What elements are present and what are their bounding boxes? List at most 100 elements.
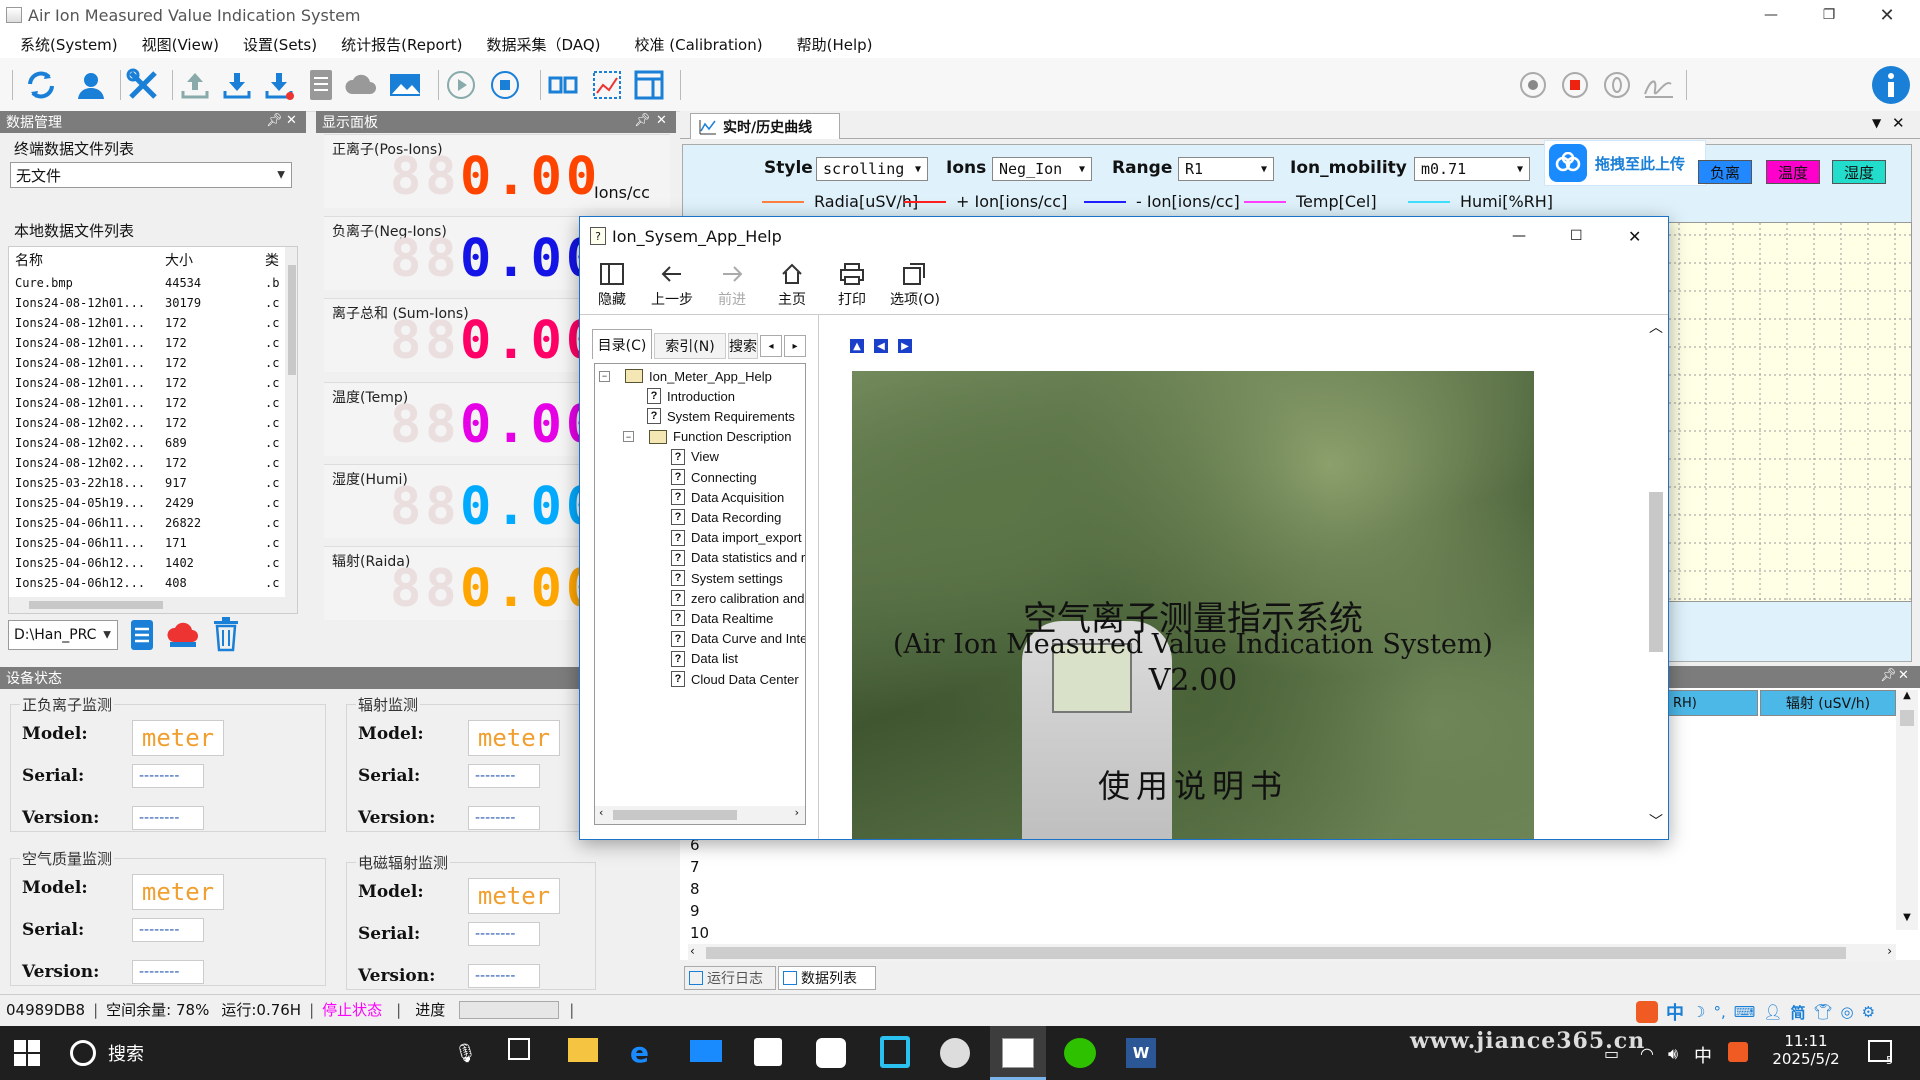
file-row[interactable]: Ions25-04-06h12... 1402 .c bbox=[9, 553, 297, 573]
simplified-icon[interactable]: 简 bbox=[1790, 1002, 1805, 1023]
volume-icon[interactable]: 🔊︎ bbox=[1668, 1044, 1678, 1064]
ime-indicator[interactable]: 中 bbox=[1694, 1042, 1712, 1068]
network-icon[interactable]: ▭ bbox=[1604, 1044, 1619, 1063]
file-row[interactable]: Ions24-08-12h02... 689 .c bbox=[9, 433, 297, 453]
shirt-icon[interactable]: 👕︎ bbox=[1813, 1003, 1832, 1021]
document-icon[interactable] bbox=[302, 66, 340, 104]
edge-icon[interactable]: e bbox=[630, 1036, 649, 1069]
minimize-button[interactable]: — bbox=[1742, 0, 1800, 30]
options-button[interactable]: 选项(O) bbox=[884, 259, 946, 309]
maximize-button[interactable]: ☐ bbox=[1570, 228, 1583, 244]
menu-system[interactable]: 系统(System) bbox=[8, 34, 130, 55]
upload-icon[interactable] bbox=[176, 66, 214, 104]
menu-help[interactable]: 帮助(Help) bbox=[785, 34, 885, 55]
table-hscrollbar[interactable]: ‹ › bbox=[688, 944, 1896, 962]
record-icon[interactable] bbox=[1514, 66, 1552, 104]
image-icon[interactable] bbox=[386, 66, 424, 104]
zero-icon[interactable] bbox=[1598, 66, 1636, 104]
toc-item[interactable]: ? Data Acquisition bbox=[671, 487, 784, 507]
info-icon[interactable] bbox=[1870, 64, 1912, 106]
user-icon[interactable]: 👤︎ bbox=[1763, 1003, 1782, 1021]
menu-daq[interactable]: 数据采集（DAQ) bbox=[475, 34, 613, 55]
up-arrow-icon[interactable]: ▲ bbox=[850, 339, 864, 353]
active-app-highlight[interactable] bbox=[990, 1026, 1046, 1080]
toc-item[interactable]: ? Introduction bbox=[647, 386, 735, 406]
user-icon[interactable] bbox=[72, 66, 110, 104]
tab-index[interactable]: 索引(N) bbox=[654, 333, 726, 359]
list-hscrollbar[interactable] bbox=[9, 597, 297, 613]
stop-record-icon[interactable] bbox=[1556, 66, 1594, 104]
tools-icon[interactable] bbox=[124, 66, 162, 104]
path-select[interactable]: D:\Han_PRC ▼ bbox=[8, 620, 118, 650]
moon-icon[interactable]: ☽ bbox=[1692, 1003, 1705, 1021]
file-row[interactable]: Cure.bmp 44534 .b bbox=[9, 273, 297, 293]
store-icon[interactable] bbox=[754, 1038, 782, 1066]
back-button[interactable]: 上一步 bbox=[644, 259, 700, 309]
wechat-icon[interactable] bbox=[1064, 1038, 1096, 1068]
menu-sets[interactable]: 设置(Sets) bbox=[231, 34, 329, 55]
file-row[interactable]: Ions25-04-06h11... 26822 .c bbox=[9, 513, 297, 533]
file-row[interactable]: Ions24-08-12h01... 172 .c bbox=[9, 393, 297, 413]
toc-item[interactable]: ? Data statistics and r bbox=[671, 548, 805, 568]
keyboard-icon[interactable]: ⌨ bbox=[1734, 1003, 1756, 1021]
table-vscrollbar[interactable]: ▲ ▼ bbox=[1896, 690, 1918, 930]
hide-button[interactable]: 隐藏 bbox=[584, 259, 640, 309]
tab-contents[interactable]: 目录(C) bbox=[592, 329, 652, 359]
file-row[interactable]: Ions25-03-22h18... 917 .c bbox=[9, 473, 297, 493]
file-row[interactable]: Ions24-08-12h01... 172 .c bbox=[9, 333, 297, 353]
mail-icon[interactable] bbox=[690, 1040, 722, 1062]
style-select[interactable]: scrolling ▼ bbox=[816, 157, 928, 181]
home-button[interactable]: 主页 bbox=[764, 259, 820, 309]
toc-group[interactable]: − Function Description bbox=[623, 427, 792, 447]
download-icon[interactable] bbox=[218, 66, 256, 104]
pin-icon[interactable]: 📌︎ bbox=[1880, 668, 1897, 683]
file-explorer-icon[interactable] bbox=[568, 1038, 598, 1062]
toc-item[interactable]: ? Data import_export a bbox=[671, 528, 805, 548]
chevron-down-icon[interactable]: ▼ bbox=[1872, 116, 1881, 130]
toc-item[interactable]: ? Connecting bbox=[671, 467, 757, 487]
series-badge[interactable]: 湿度 bbox=[1832, 160, 1886, 184]
pin-icon[interactable]: 📌︎ bbox=[634, 113, 651, 128]
tab-realtime-curve[interactable]: 实时/历史曲线 bbox=[690, 113, 840, 139]
app-icon[interactable] bbox=[880, 1036, 910, 1068]
punctuation-icon[interactable]: °, bbox=[1713, 1003, 1725, 1021]
file-row[interactable]: Ions25-04-05h19... 2429 .c bbox=[9, 493, 297, 513]
compare-icon[interactable] bbox=[544, 66, 582, 104]
clock[interactable]: 11:11 2025/5/2 bbox=[1766, 1032, 1846, 1068]
cloud-icon[interactable] bbox=[342, 66, 380, 104]
menu-calibration[interactable]: 校准 (Calibration) bbox=[623, 34, 775, 55]
toc-item[interactable]: ? Data list bbox=[671, 649, 738, 669]
stop-icon[interactable] bbox=[486, 66, 524, 104]
toc-root[interactable]: − Ion_Meter_App_Help bbox=[599, 366, 772, 386]
toc-item[interactable]: ? View bbox=[671, 447, 719, 467]
range-select[interactable]: R1 ▼ bbox=[1178, 157, 1274, 181]
cloud-upload-icon[interactable] bbox=[166, 620, 200, 650]
table-col-header[interactable]: RH) bbox=[1668, 690, 1758, 716]
paint-icon[interactable] bbox=[940, 1038, 970, 1068]
forward-button[interactable]: 前进 bbox=[704, 259, 760, 309]
file-row[interactable]: Ions24-08-12h02... 172 .c bbox=[9, 413, 297, 433]
wifi-icon[interactable]: ◠ bbox=[1640, 1044, 1654, 1063]
tab-search[interactable]: 搜索 bbox=[728, 333, 758, 359]
terminal-files-select[interactable]: 无文件 ▼ bbox=[10, 162, 292, 188]
file-row[interactable]: Ions24-08-12h01... 172 .c bbox=[9, 353, 297, 373]
left-arrow-icon[interactable]: ◀ bbox=[874, 339, 888, 353]
table-col-radiation[interactable]: 辐射 (uSV/h) bbox=[1760, 690, 1896, 716]
file-row[interactable]: Ions24-08-12h01... 172 .c bbox=[9, 313, 297, 333]
collapse-icon[interactable]: − bbox=[623, 431, 634, 443]
file-row[interactable]: Ions25-04-06h12... 408 .c bbox=[9, 573, 297, 593]
file-row[interactable]: Ions24-08-12h01... 172 .c bbox=[9, 373, 297, 393]
content-scrollbar[interactable]: ︿ ﹀ bbox=[1646, 317, 1666, 839]
toc-item[interactable]: ? Data Realtime bbox=[671, 608, 773, 628]
play-icon[interactable] bbox=[442, 66, 480, 104]
sogou-icon[interactable] bbox=[1636, 1001, 1658, 1023]
globe-icon[interactable]: ◎ bbox=[1841, 1003, 1854, 1021]
series-badge[interactable]: 温度 bbox=[1766, 160, 1820, 184]
close-panel-icon[interactable]: ✕ bbox=[1898, 668, 1909, 683]
list-scrollbar[interactable] bbox=[285, 247, 297, 597]
tab-data-list[interactable]: 数据列表 bbox=[778, 966, 876, 990]
doc-list-icon[interactable] bbox=[128, 618, 156, 652]
series-badge[interactable]: 负离 bbox=[1698, 160, 1752, 184]
close-panel-icon[interactable]: ✕ bbox=[286, 113, 297, 128]
tab-scroll-left[interactable]: ◂ bbox=[760, 335, 782, 357]
